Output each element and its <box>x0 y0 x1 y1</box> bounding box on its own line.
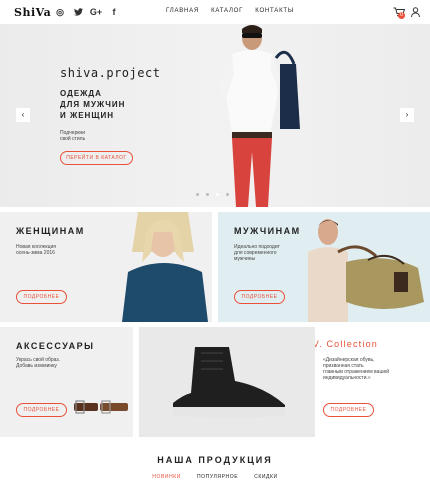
catalog-button[interactable]: ПЕРЕЙТИ В КАТАЛОГ <box>60 151 133 165</box>
accessories-text-line: Добавь изюминку <box>16 363 57 369</box>
slider-prev-icon[interactable]: ‹ <box>16 108 30 122</box>
category-card-fedorov[interactable]: FEDOROV. Collection «Дизайнерская обувь,… <box>315 327 430 437</box>
instagram-icon[interactable]: ◎ <box>51 5 69 20</box>
hero-subtitle: Подчеркни свой стиль <box>60 130 110 142</box>
hero-title-line: ОДЕЖДА <box>60 89 102 98</box>
tab-new[interactable]: НОВИНКИ <box>152 474 181 480</box>
slider-dot-active[interactable] <box>216 193 219 196</box>
cart-count-badge: 0 <box>398 12 405 19</box>
hero-model-image <box>218 25 300 207</box>
logo[interactable]: ShiVa <box>14 6 51 19</box>
accessories-more-button[interactable]: ПОДРОБНЕЕ <box>16 403 67 417</box>
men-text-line: мужчины <box>234 256 256 262</box>
men-text: Идеально подходит для современного мужчи… <box>234 244 280 262</box>
slider-dot[interactable] <box>226 193 229 196</box>
nav-item-home[interactable]: ГЛАВНАЯ <box>166 8 199 14</box>
fedorov-text: «Дизайнерская обувь, призванная стать гл… <box>323 357 427 381</box>
men-title: МУЖЧИНАМ <box>234 226 301 236</box>
tab-popular[interactable]: ПОПУЛЯРНОЕ <box>197 474 238 480</box>
hero-title: ОДЕЖДА ДЛЯ МУЖЧИН И ЖЕНЩИН <box>60 88 160 121</box>
hero-subtitle-line: свой стиль <box>60 136 86 142</box>
women-text: Новая коллекция осень-зима 2016 <box>16 244 56 256</box>
fedorov-more-button[interactable]: ПОДРОБНЕЕ <box>323 403 374 417</box>
category-card-accessories[interactable]: АКСЕССУАРЫ Укрась свой образ. Добавь изю… <box>0 327 133 437</box>
women-more-button[interactable]: ПОДРОБНЕЕ <box>16 290 67 304</box>
belts-image <box>74 400 128 414</box>
tab-discounts[interactable]: СКИДКИ <box>254 474 278 480</box>
shoe-image[interactable] <box>139 327 315 437</box>
hero-title-line: ДЛЯ МУЖЧИН <box>60 100 126 109</box>
facebook-icon[interactable]: f <box>105 5 123 20</box>
accessories-title: АКСЕССУАРЫ <box>16 341 95 351</box>
men-more-button[interactable]: ПОДРОБНЕЕ <box>234 290 285 304</box>
hero-brand: shiva.project <box>60 66 161 80</box>
twitter-icon[interactable] <box>69 5 87 20</box>
men-model-image <box>308 219 424 322</box>
social-links: ◎ G+ f <box>51 5 123 20</box>
main-nav: ГЛАВНАЯ КАТАЛОГ КОНТАКТЫ <box>166 8 294 14</box>
products-tabs: НОВИНКИ ПОПУЛЯРНОЕ СКИДКИ <box>0 474 430 480</box>
category-card-men[interactable]: МУЖЧИНАМ Идеально подходит для современн… <box>218 212 430 322</box>
nav-item-contacts[interactable]: КОНТАКТЫ <box>255 8 294 14</box>
women-title: ЖЕНЩИНАМ <box>16 226 85 236</box>
slider-dot[interactable] <box>206 193 209 196</box>
accessories-text: Укрась свой образ. Добавь изюминку <box>16 357 60 369</box>
slider-dots <box>196 193 229 196</box>
women-text-line: осень-зима 2016 <box>16 250 55 256</box>
slider-next-icon[interactable]: › <box>400 108 414 122</box>
category-card-women[interactable]: ЖЕНЩИНАМ Новая коллекция осень-зима 2016… <box>0 212 212 322</box>
hero-title-line: И ЖЕНЩИН <box>60 111 114 120</box>
top-header: ShiVa ◎ G+ f ГЛАВНАЯ КАТАЛОГ КОНТАКТЫ 0 <box>0 0 430 24</box>
products-title: НАША ПРОДУКЦИЯ <box>157 455 273 465</box>
women-model-image <box>122 212 208 322</box>
fedorov-text-line: индивидуальности.» <box>323 375 371 381</box>
hero-slider: shiva.project ОДЕЖДА ДЛЯ МУЖЧИН И ЖЕНЩИН… <box>0 24 430 207</box>
user-icon[interactable] <box>411 7 420 17</box>
slider-dot[interactable] <box>196 193 199 196</box>
fedorov-title: FEDOROV. Collection <box>315 339 378 349</box>
sneaker-image <box>173 347 285 418</box>
google-plus-icon[interactable]: G+ <box>87 5 105 20</box>
nav-item-catalog[interactable]: КАТАЛОГ <box>211 8 243 14</box>
